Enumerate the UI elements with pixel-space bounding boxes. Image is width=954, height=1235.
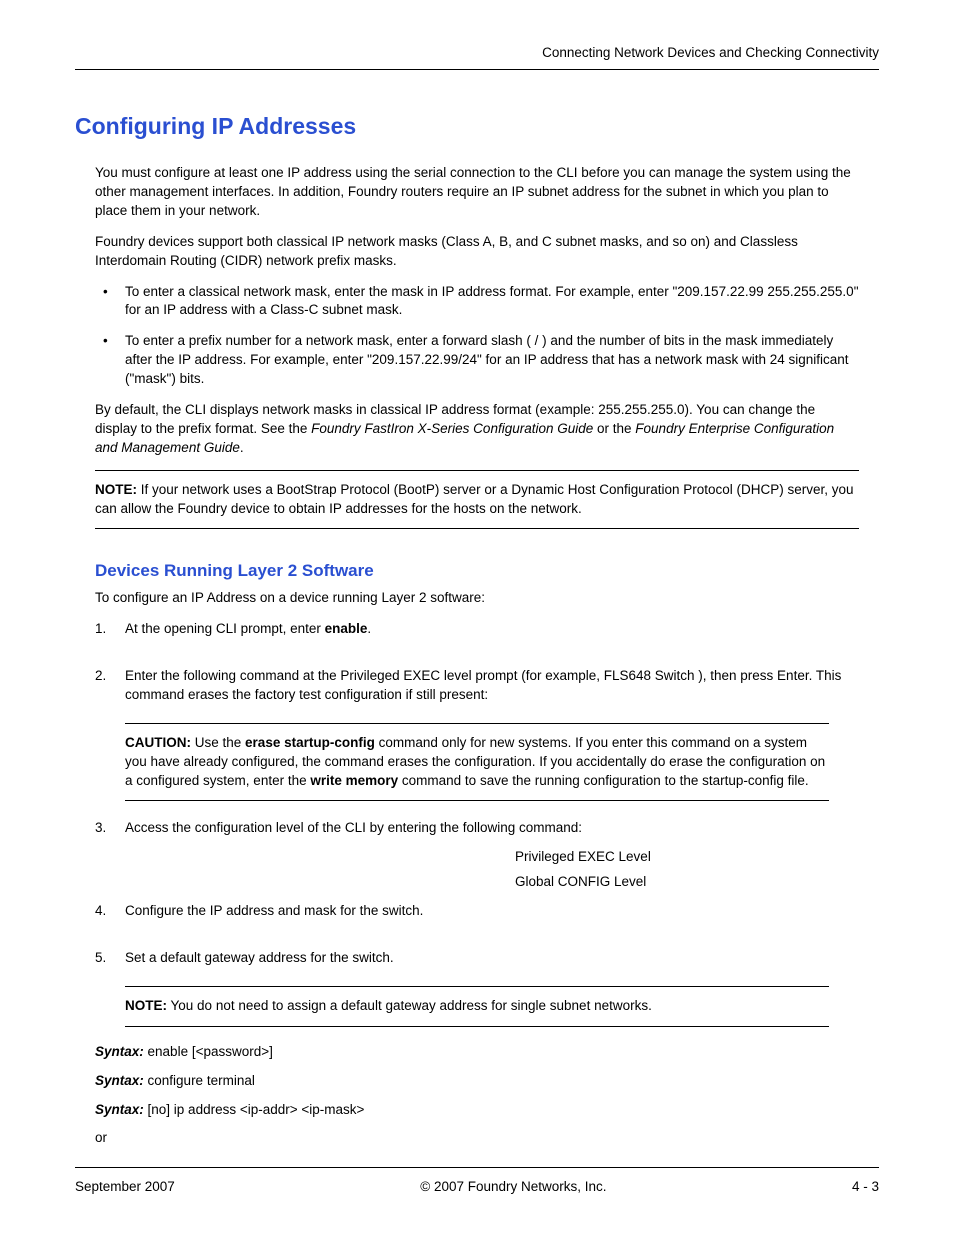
step-item: Configure the IP address and mask for th…	[95, 902, 859, 921]
text: .	[367, 621, 371, 636]
level-label: Global CONFIG Level	[515, 873, 859, 892]
text: Use the	[195, 735, 245, 750]
syntax-label: Syntax:	[95, 1073, 144, 1088]
steps-list: At the opening CLI prompt, enter enable.…	[95, 620, 859, 705]
level-labels: Privileged EXEC Level Global CONFIG Leve…	[515, 848, 859, 892]
syntax-line: Syntax: configure terminal	[95, 1072, 859, 1091]
syntax-text: enable [<password>]	[144, 1044, 273, 1059]
syntax-label: Syntax:	[95, 1044, 144, 1059]
level-label: Privileged EXEC Level	[515, 848, 859, 867]
text: Configure the IP address and mask for th…	[125, 903, 423, 918]
command: write memory	[310, 773, 398, 788]
bullet-item: To enter a prefix number for a network m…	[95, 332, 859, 389]
footer: September 2007 © 2007 Foundry Networks, …	[75, 1167, 879, 1197]
intro-section: You must configure at least one IP addre…	[95, 164, 859, 458]
syntax-text: configure terminal	[144, 1073, 255, 1088]
note-label: NOTE:	[95, 482, 137, 497]
text: At the opening CLI prompt, enter	[125, 621, 325, 636]
section-lead: To configure an IP Address on a device r…	[95, 589, 859, 608]
step-item: Enter the following command at the Privi…	[95, 667, 859, 705]
page: Connecting Network Devices and Checking …	[0, 0, 954, 1235]
syntax-text: [no] ip address <ip-addr> <ip-mask>	[144, 1102, 365, 1117]
footer-date: September 2007	[75, 1178, 175, 1197]
running-head: Connecting Network Devices and Checking …	[75, 44, 879, 70]
note-text: You do not need to assign a default gate…	[171, 998, 652, 1013]
note-label: NOTE:	[125, 998, 167, 1013]
step-item: At the opening CLI prompt, enter enable.	[95, 620, 859, 639]
intro-p2: Foundry devices support both classical I…	[95, 233, 859, 271]
note-block: NOTE: You do not need to assign a defaul…	[125, 986, 829, 1027]
text: command to save the running configuratio…	[398, 773, 808, 788]
bullet-list: To enter a classical network mask, enter…	[95, 283, 859, 389]
step-item: Set a default gateway address for the sw…	[95, 949, 859, 968]
note-text: If your network uses a BootStrap Protoco…	[95, 482, 854, 516]
note-block: NOTE: If your network uses a BootStrap P…	[95, 470, 859, 530]
caution-label: CAUTION:	[125, 735, 191, 750]
bullet-item: To enter a classical network mask, enter…	[95, 283, 859, 321]
page-title: Configuring IP Addresses	[75, 110, 859, 142]
intro-p3: By default, the CLI displays network mas…	[95, 401, 859, 458]
command: enable	[325, 621, 368, 636]
footer-page: 4 - 3	[852, 1178, 879, 1197]
section-heading: Devices Running Layer 2 Software	[95, 559, 859, 583]
caution-block: CAUTION: Use the erase startup-config co…	[125, 723, 829, 802]
syntax-line: Syntax: [no] ip address <ip-addr> <ip-ma…	[95, 1101, 859, 1120]
intro-p1: You must configure at least one IP addre…	[95, 164, 859, 221]
text: Set a default gateway address for the sw…	[125, 950, 394, 965]
syntax-line: Syntax: enable [<password>]	[95, 1043, 859, 1062]
text: or the	[593, 421, 635, 436]
command: erase startup-config	[245, 735, 375, 750]
steps-list-cont: Access the configuration level of the CL…	[95, 819, 859, 967]
text: .	[240, 440, 244, 455]
footer-copyright: © 2007 Foundry Networks, Inc.	[420, 1178, 606, 1197]
text: Enter the following command at the Privi…	[125, 668, 841, 702]
guide-ref: Foundry FastIron X-Series Configuration …	[311, 421, 593, 436]
content: Configuring IP Addresses You must config…	[75, 110, 879, 1148]
text: Access the configuration level of the CL…	[125, 820, 582, 835]
syntax-label: Syntax:	[95, 1102, 144, 1117]
or-text: or	[95, 1129, 859, 1148]
step-item: Access the configuration level of the CL…	[95, 819, 859, 892]
